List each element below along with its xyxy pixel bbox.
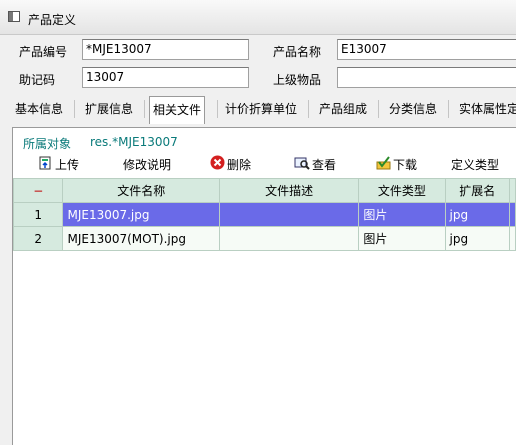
parent-item-field[interactable]: [337, 67, 516, 88]
view-button[interactable]: 查看: [294, 155, 336, 175]
delete-label: 删除: [227, 158, 252, 172]
tab-product-composition[interactable]: 产品组成: [316, 95, 370, 123]
related-files-panel: 所属对象 res.*MJE13007 上传 修改说明 删除 查看 下载 定义类型…: [12, 127, 516, 445]
owner-label: 所属对象: [23, 137, 72, 151]
row-number: 1: [12, 202, 64, 227]
upload-icon: [39, 156, 53, 176]
product-name-label: 产品名称: [273, 45, 322, 59]
tab-divider: [308, 100, 309, 118]
filler-cell: [508, 226, 516, 251]
download-label: 下载: [393, 158, 418, 172]
parent-item-label: 上级物品: [273, 73, 322, 87]
delete-button[interactable]: 删除: [210, 155, 251, 175]
column-header-filler: [508, 178, 516, 203]
tab-classification[interactable]: 分类信息: [386, 95, 440, 123]
table-row[interactable]: 1 MJE13007.jpg 图片 jpg: [12, 202, 516, 227]
title-bar: 产品定义: [0, 0, 516, 35]
define-type-button[interactable]: 定义类型: [451, 155, 499, 175]
column-header-extension[interactable]: 扩展名: [444, 178, 510, 203]
column-header-file-type[interactable]: 文件类型: [358, 178, 446, 203]
column-header-file-name[interactable]: 文件名称: [62, 178, 221, 203]
tab-divider: [448, 100, 449, 118]
view-label: 查看: [312, 158, 337, 172]
file-type-cell[interactable]: 图片: [358, 202, 446, 227]
view-icon: [294, 156, 310, 176]
edit-note-button[interactable]: 修改说明: [123, 155, 171, 175]
column-header-file-desc[interactable]: 文件描述: [219, 178, 360, 203]
extension-cell[interactable]: jpg: [444, 202, 510, 227]
tab-divider: [217, 100, 218, 118]
row-number: 2: [12, 226, 64, 251]
file-desc-cell[interactable]: [219, 226, 360, 251]
tab-entity-attributes[interactable]: 实体属性定: [456, 95, 516, 123]
owner-value: res.*MJE13007: [90, 135, 178, 149]
upload-label: 上传: [55, 158, 80, 172]
delete-icon: [210, 155, 225, 176]
tab-pricing-unit[interactable]: 计价折算单位: [222, 95, 300, 123]
tab-extended-info[interactable]: 扩展信息: [82, 95, 136, 123]
grid-header-row: − 文件名称 文件描述 文件类型 扩展名: [12, 178, 516, 203]
tab-strip: 基本信息 扩展信息 相关文件 计价折算单位 产品组成 分类信息 实体属性定: [0, 95, 516, 125]
window-icon: [8, 11, 20, 22]
upload-button[interactable]: 上传: [39, 155, 79, 175]
download-button[interactable]: 下载: [376, 155, 417, 175]
file-type-cell[interactable]: 图片: [358, 226, 446, 251]
download-icon: [376, 155, 391, 176]
tab-basic-info[interactable]: 基本信息: [12, 95, 66, 123]
tab-divider: [144, 100, 145, 118]
grid-corner[interactable]: −: [12, 178, 64, 203]
table-row[interactable]: 2 MJE13007(MOT).jpg 图片 jpg: [12, 226, 516, 251]
file-name-cell[interactable]: MJE13007.jpg: [62, 202, 221, 227]
mnemonic-field[interactable]: 13007: [82, 67, 249, 88]
file-name-cell[interactable]: MJE13007(MOT).jpg: [62, 226, 221, 251]
file-grid: − 文件名称 文件描述 文件类型 扩展名 1 MJE13007.jpg 图片 j…: [12, 178, 516, 251]
window-title: 产品定义: [28, 13, 77, 27]
filler-cell: [508, 202, 516, 227]
product-code-label: 产品编号: [19, 45, 68, 59]
file-desc-cell[interactable]: [219, 202, 360, 227]
tab-divider: [74, 100, 75, 118]
extension-cell[interactable]: jpg: [444, 226, 510, 251]
tab-related-files[interactable]: 相关文件: [149, 96, 206, 124]
mnemonic-label: 助记码: [19, 73, 56, 87]
product-code-field[interactable]: *MJE13007: [82, 39, 249, 60]
tab-divider: [378, 100, 379, 118]
product-name-field[interactable]: E13007: [337, 39, 516, 60]
